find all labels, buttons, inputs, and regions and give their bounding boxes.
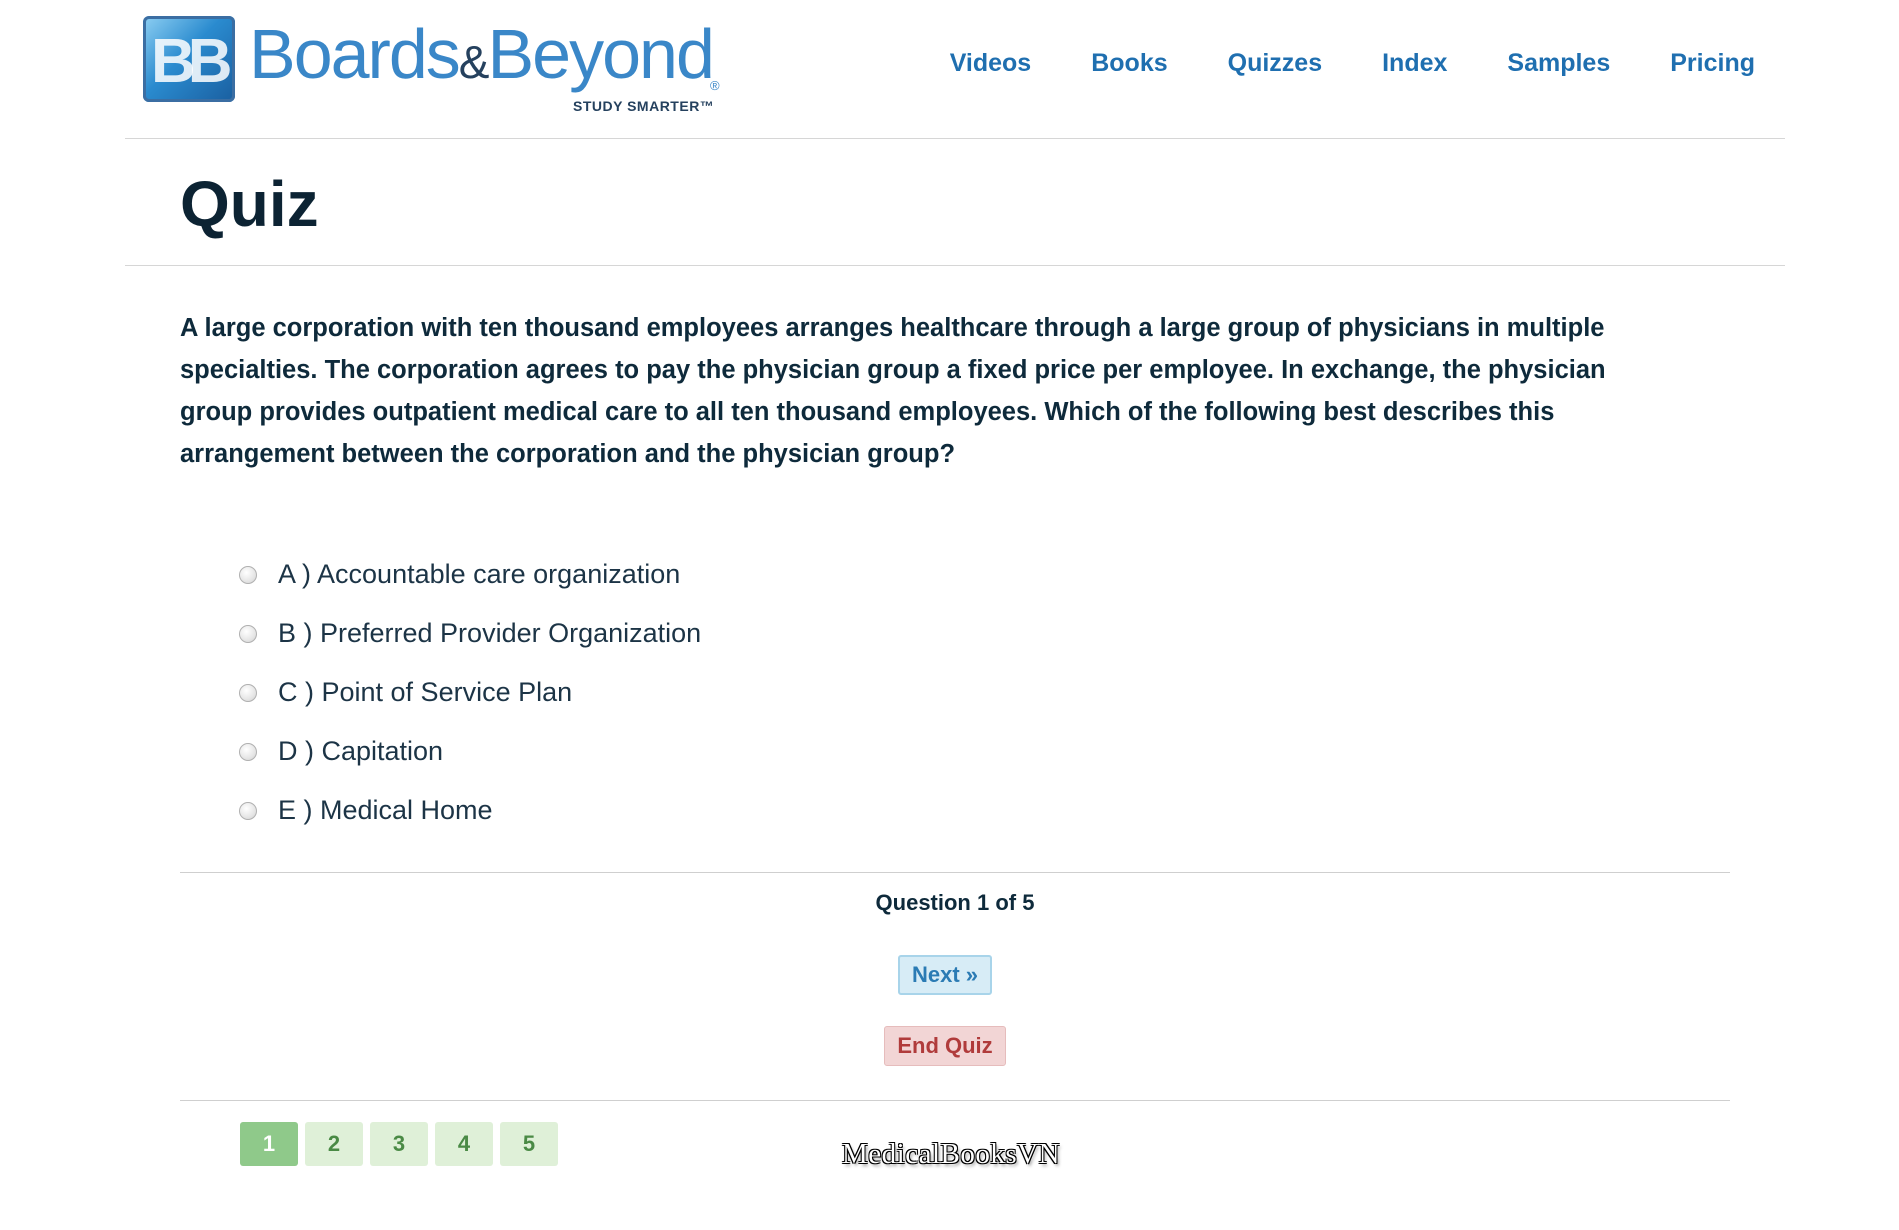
option-label: D ) Capitation <box>278 736 444 766</box>
nav-samples[interactable]: Samples <box>1507 49 1610 78</box>
radio-button[interactable] <box>239 624 257 643</box>
next-button[interactable]: Next » <box>898 955 992 995</box>
logo-registered-mark: ® <box>710 78 720 93</box>
question-pager: 1 2 3 4 5 <box>240 1122 558 1166</box>
option-a[interactable]: A ) Accountable care organization <box>239 545 701 604</box>
logo-mark-icon: BB <box>143 16 235 102</box>
page-button-3[interactable]: 3 <box>370 1122 428 1166</box>
site-header: BB Boards&Beyond ® STUDY SMARTER™ Videos… <box>125 0 1785 139</box>
radio-button[interactable] <box>239 565 257 584</box>
main-nav: Videos Books Quizzes Index Samples Prici… <box>950 49 1755 78</box>
option-d[interactable]: D ) Capitation <box>239 722 701 781</box>
radio-button[interactable] <box>239 742 257 761</box>
nav-pricing[interactable]: Pricing <box>1670 49 1755 78</box>
title-bar: Quiz <box>125 139 1785 266</box>
option-label: A ) Accountable care organization <box>278 559 681 589</box>
page-title: Quiz <box>180 168 319 240</box>
option-label: B ) Preferred Provider Organization <box>278 618 702 648</box>
quiz-page: BB Boards&Beyond ® STUDY SMARTER™ Videos… <box>0 0 1899 1230</box>
page-button-4[interactable]: 4 <box>435 1122 493 1166</box>
option-c[interactable]: C ) Point of Service Plan <box>239 663 701 722</box>
radio-button[interactable] <box>239 683 257 702</box>
question-text: A large corporation with ten thousand em… <box>180 314 1606 468</box>
option-b[interactable]: B ) Preferred Provider Organization <box>239 604 701 663</box>
divider-bottom <box>180 1100 1730 1101</box>
option-e[interactable]: E ) Medical Home <box>239 781 701 840</box>
nav-quizzes[interactable]: Quizzes <box>1228 49 1322 78</box>
radio-button[interactable] <box>239 801 257 820</box>
nav-index[interactable]: Index <box>1382 49 1447 78</box>
svg-text:BB: BB <box>151 27 230 96</box>
nav-videos[interactable]: Videos <box>950 49 1032 78</box>
end-quiz-button[interactable]: End Quiz <box>884 1026 1006 1066</box>
answer-options: A ) Accountable care organization B ) Pr… <box>239 545 701 840</box>
page-button-1[interactable]: 1 <box>240 1122 298 1166</box>
page-button-2[interactable]: 2 <box>305 1122 363 1166</box>
watermark: MedicalBooksVN <box>842 1138 1061 1170</box>
option-label: E ) Medical Home <box>278 795 493 825</box>
nav-books[interactable]: Books <box>1091 49 1167 78</box>
site-logo[interactable]: BB Boards&Beyond ® STUDY SMARTER™ <box>143 14 733 114</box>
divider-top <box>180 872 1730 873</box>
question-progress: Question 1 of 5 <box>875 890 1035 915</box>
page-button-5[interactable]: 5 <box>500 1122 558 1166</box>
option-label: C ) Point of Service Plan <box>278 677 573 707</box>
logo-tagline: STUDY SMARTER™ <box>573 98 715 114</box>
logo-wordmark: Boards&Beyond <box>249 15 715 93</box>
